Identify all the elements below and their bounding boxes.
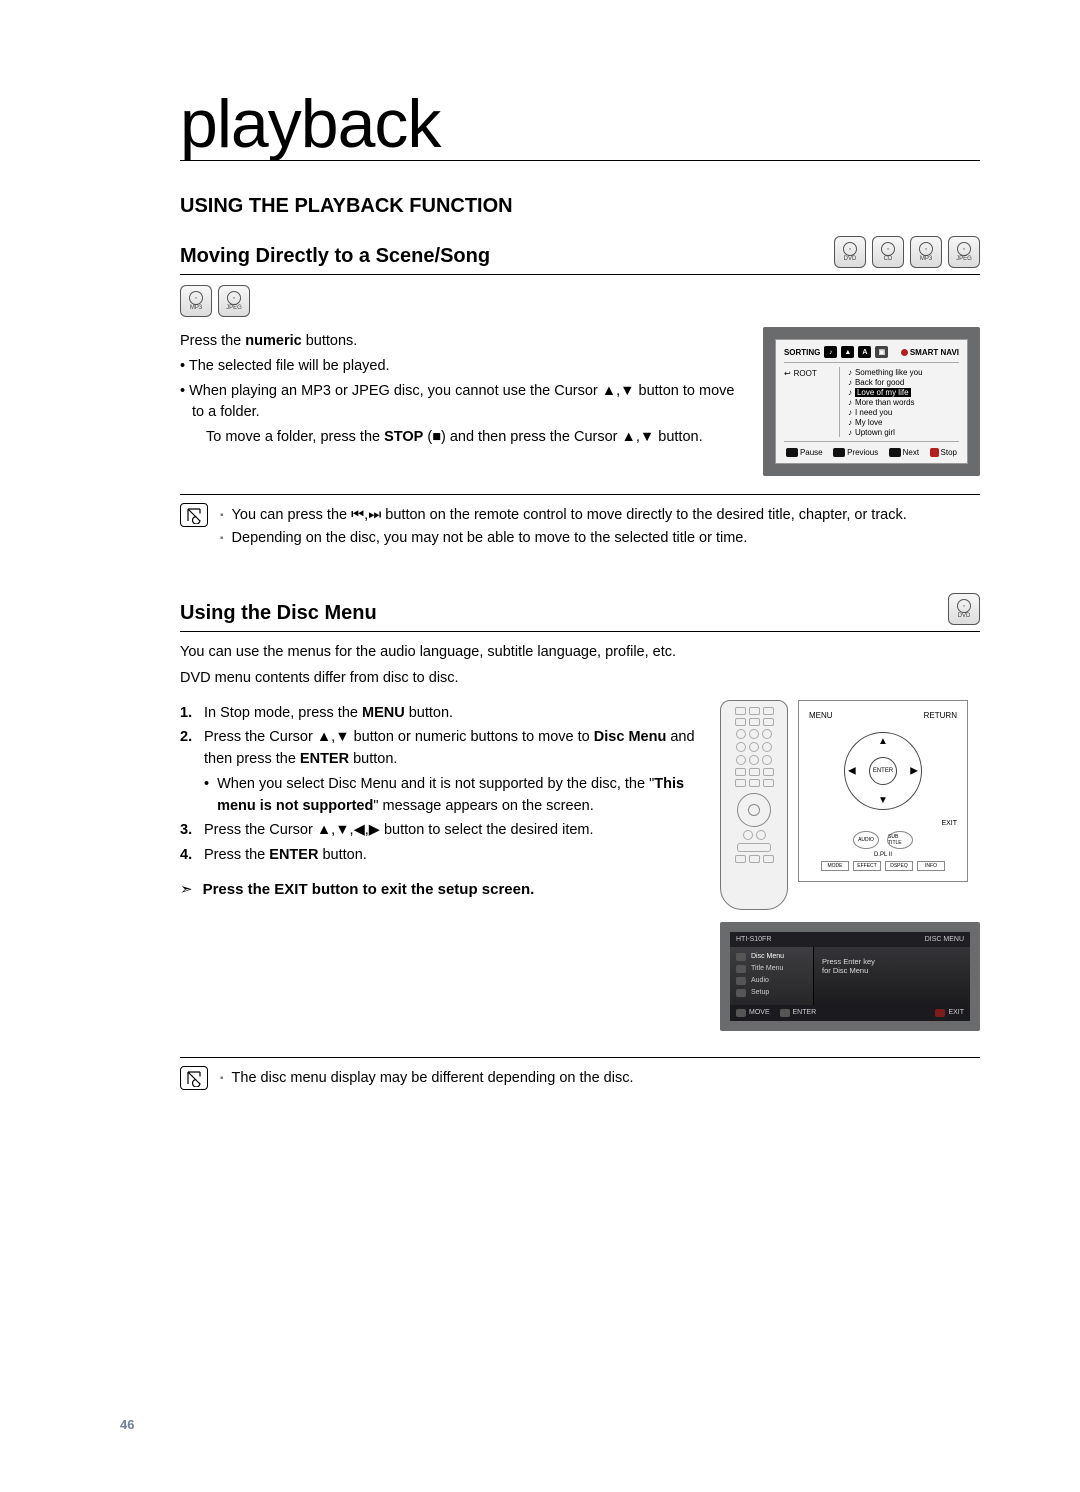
moving-inline-badges: ◦MP3 ◦JPEG <box>180 285 980 323</box>
audio-pill: AUDIO <box>853 831 879 849</box>
left-icon: ◀ <box>848 765 856 776</box>
remote-illustration <box>720 700 788 910</box>
dpl-label: D.PL II <box>809 852 957 858</box>
osd-figure: HTI-S10FR DISC MENU Disc Menu Title Menu… <box>720 922 980 1031</box>
discmenu-top-badges: ◦DVD <box>948 593 980 631</box>
osd-head-left: HTI-S10FR <box>736 936 771 943</box>
page-title: playback <box>180 90 980 161</box>
exit-hint: ➣ Press the EXIT button to exit the setu… <box>180 879 702 902</box>
music-icon: ♪ <box>824 346 837 358</box>
section-title: USING THE PLAYBACK FUNCTION <box>180 195 980 218</box>
badge-cd: ◦CD <box>872 236 904 268</box>
exit-label: EXIT <box>809 820 957 827</box>
up-icon: ▲ <box>878 736 888 747</box>
badge-dvd: ◦DVD <box>834 236 866 268</box>
image-icon: ▲ <box>841 346 854 358</box>
return-arrow-icon: ↩ <box>784 369 791 378</box>
badge-dvd-2: ◦DVD <box>948 593 980 625</box>
smart-navi-label: SMART NAVI <box>910 348 959 357</box>
discmenu-title: Using the Disc Menu <box>180 602 377 631</box>
down-icon: ▼ <box>878 795 888 806</box>
moving-title: Moving Directly to a Scene/Song <box>180 245 490 274</box>
note-icon-2 <box>180 1066 208 1090</box>
note1: ▪You can press the ⏮,⏭ button on the rem… <box>220 503 907 551</box>
root-label: ROOT <box>794 369 817 378</box>
moving-text: Press the numeric buttons. • The selecte… <box>180 327 745 452</box>
badge-mp3-inline: ◦MP3 <box>180 285 212 317</box>
info-button: INFO <box>917 861 945 871</box>
osd-sidebar: Disc Menu Title Menu Audio Setup <box>730 947 814 1005</box>
sorting-label: SORTING <box>784 348 820 357</box>
osd-main: Press Enter key for Disc Menu <box>814 947 970 1005</box>
song-list: ♪Something like you ♪Back for good ♪Love… <box>840 367 923 437</box>
moving-top-badges: ◦DVD ◦CD ◦MP3 ◦JPEG <box>834 236 980 274</box>
discmenu-steps: 1.In Stop mode, press the MENU button. 2… <box>180 700 702 902</box>
enter-button-icon: ENTER <box>869 757 897 785</box>
return-label: RETURN <box>924 711 957 720</box>
sorting-screen-figure: SORTING ♪ ▲ A ▣ SMART NAVI ↩ ROOT <box>763 327 980 476</box>
page-number: 46 <box>120 1417 134 1432</box>
remote-zoom: MENU RETURN ▲ ▼ ◀ ▶ ENTER <box>798 700 968 882</box>
badge-mp3: ◦MP3 <box>910 236 942 268</box>
discmenu-intro: You can use the menus for the audio lang… <box>180 642 980 690</box>
mode-button: MODE <box>821 861 849 871</box>
red-dot-icon <box>901 349 908 356</box>
subtitle-pill: SUB TITLE <box>887 831 913 849</box>
badge-jpeg: ◦JPEG <box>948 236 980 268</box>
az-icon: A <box>858 346 871 358</box>
effect-button: EFFECT <box>853 861 881 871</box>
pointer-icon: ➣ <box>180 879 193 902</box>
right-icon: ▶ <box>910 765 918 776</box>
note2: ▪The disc menu display may be different … <box>220 1066 634 1091</box>
dspeq-button: DSPEQ <box>885 861 913 871</box>
folder-icon: ▣ <box>875 346 888 358</box>
osd-head-right: DISC MENU <box>925 936 964 943</box>
note-icon <box>180 503 208 527</box>
menu-label: MENU <box>809 711 833 720</box>
badge-jpeg-inline: ◦JPEG <box>218 285 250 317</box>
remote-figure: MENU RETURN ▲ ▼ ◀ ▶ ENTER <box>720 700 980 910</box>
